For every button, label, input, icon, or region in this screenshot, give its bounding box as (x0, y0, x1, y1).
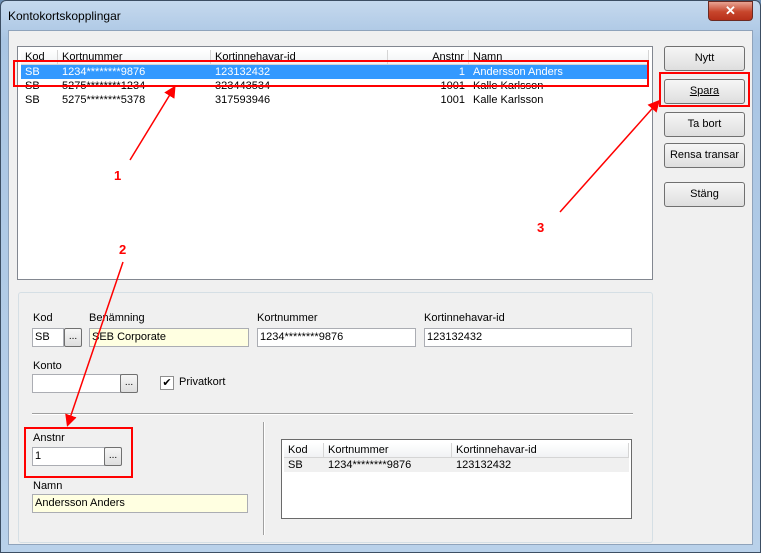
annotation-label-3: 3 (537, 220, 545, 235)
arrow-1 (129, 85, 176, 161)
arrow-3 (559, 99, 660, 213)
annotation-label-2: 2 (119, 242, 127, 257)
annotation-arrows (65, 85, 660, 427)
annotation-label-1: 1 (114, 168, 122, 183)
arrow-2 (65, 261, 124, 427)
